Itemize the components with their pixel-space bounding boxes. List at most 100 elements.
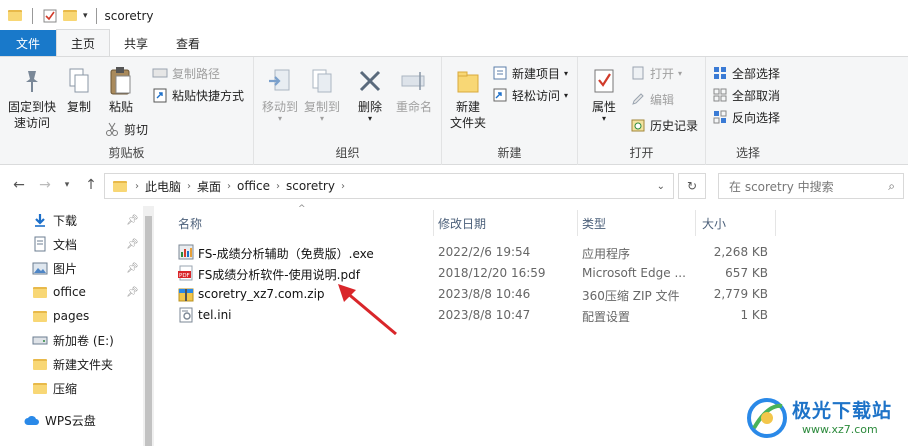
chevron-right-icon[interactable]: ›	[187, 181, 191, 192]
delete-dropdown-icon: ▾	[367, 114, 372, 123]
properties-button[interactable]: 属性 ▾	[584, 65, 624, 123]
new-folder-icon[interactable]	[63, 10, 77, 21]
history-label: 历史记录	[650, 118, 699, 133]
edit-label: 编辑	[650, 92, 675, 107]
up-arrow-icon[interactable]: ↑	[82, 176, 100, 194]
paste-button[interactable]: 粘贴	[102, 65, 140, 115]
properties-label: 属性	[591, 100, 616, 114]
properties-check-icon[interactable]	[43, 9, 57, 23]
history-icon	[630, 117, 646, 133]
new-item-button[interactable]: 新建项目 ▾	[492, 63, 568, 83]
breadcrumb-office[interactable]: office	[237, 179, 270, 193]
pin-label-line1: 固定到快	[7, 100, 56, 114]
pin-label-line2: 速访问	[13, 116, 50, 130]
organize-group-label: 组织	[335, 146, 360, 160]
invert-selection-button[interactable]: 反向选择	[712, 107, 780, 127]
chevron-right-icon[interactable]: ›	[276, 181, 280, 192]
customize-toolbar-chevron-icon[interactable]: ▾	[83, 11, 88, 21]
breadcrumb-this-pc[interactable]: 此电脑	[145, 178, 181, 195]
nav-item-office[interactable]: office 📌︎	[0, 280, 143, 304]
breadcrumb-scoretry[interactable]: scoretry	[286, 179, 335, 193]
new-folder-button[interactable]: 新建 文件夹	[446, 65, 490, 131]
rename-button[interactable]: 重命名	[392, 65, 436, 115]
column-header-date[interactable]: 修改日期	[434, 210, 578, 236]
tab-home[interactable]: 主页	[56, 29, 111, 56]
delete-button[interactable]: 删除 ▾	[352, 65, 388, 123]
column-header-size[interactable]: 大小	[696, 210, 776, 236]
pin-icon: 📌︎	[126, 262, 139, 274]
forward-arrow-icon[interactable]: →	[36, 176, 54, 194]
select-all-button[interactable]: 全部选择	[712, 63, 780, 83]
select-none-button[interactable]: 全部取消	[712, 85, 780, 105]
title-bar: ▾ scoretry	[0, 0, 908, 31]
back-arrow-icon[interactable]: ←	[10, 176, 28, 194]
file-row[interactable]: tel.ini 2023/8/8 10:47 配置设置 1 KB	[170, 305, 790, 326]
easy-access-dropdown-icon: ▾	[564, 90, 569, 100]
ribbon: 固定到快 速访问 复制 粘贴 复制路径 粘贴快捷方式 剪切 剪贴板 移动到 ▾ …	[0, 57, 908, 165]
column-header-type[interactable]: 类型	[578, 210, 696, 236]
file-type: Microsoft Edge ...	[582, 266, 686, 280]
nav-item-drive-e[interactable]: 新加卷 (E:)	[0, 328, 143, 352]
nav-item-new-folder[interactable]: 新建文件夹	[0, 352, 143, 376]
file-date: 2022/2/6 19:54	[438, 245, 531, 259]
recent-locations-chevron-icon[interactable]: ▾	[58, 176, 76, 194]
address-bar[interactable]: › 此电脑 › 桌面 › office › scoretry › ⌄	[104, 173, 674, 199]
file-type: 配置设置	[582, 310, 631, 324]
folder-icon	[32, 380, 48, 396]
clipboard-group-label: 剪贴板	[108, 146, 145, 160]
chevron-right-icon[interactable]: ›	[227, 181, 231, 192]
paste-shortcut-button[interactable]: 粘贴快捷方式	[152, 85, 244, 105]
file-date: 2018/12/20 16:59	[438, 266, 546, 280]
chevron-right-icon[interactable]: ›	[341, 181, 345, 192]
history-button[interactable]: 历史记录	[630, 115, 698, 135]
file-name: scoretry_xz7.com.zip	[198, 287, 325, 301]
properties-icon	[589, 65, 619, 97]
nav-scrollbar[interactable]	[143, 206, 154, 446]
refresh-icon[interactable]: ↻	[678, 173, 706, 199]
copy-button[interactable]: 复制	[60, 65, 98, 115]
chevron-right-icon[interactable]: ›	[135, 181, 139, 192]
search-input[interactable]: 在 scoretry 中搜索 ⌕	[718, 173, 904, 199]
file-size: 2,268 KB	[713, 245, 768, 259]
tab-view[interactable]: 查看	[162, 30, 214, 56]
nav-item-compress[interactable]: 压缩	[0, 376, 143, 400]
file-type: 360压缩 ZIP 文件	[582, 289, 680, 303]
nav-item-pictures[interactable]: 图片 📌︎	[0, 256, 143, 280]
nav-item-pages[interactable]: pages	[0, 304, 143, 328]
column-header-name[interactable]: 名称	[170, 210, 434, 236]
open-dropdown-icon: ▾	[678, 68, 683, 78]
nav-scrollbar-thumb[interactable]	[145, 216, 152, 446]
easy-access-icon	[492, 87, 508, 103]
watermark-logo: 极光下载站 www.xz7.com	[740, 392, 908, 446]
breadcrumb-desktop[interactable]: 桌面	[197, 178, 221, 195]
easy-access-button[interactable]: 轻松访问 ▾	[492, 85, 568, 105]
edit-button[interactable]: 编辑	[630, 89, 674, 109]
nav-item-downloads[interactable]: 下载 📌︎	[0, 208, 143, 232]
cut-label: 剪切	[124, 122, 149, 137]
tab-file[interactable]: 文件	[0, 30, 56, 56]
drive-icon	[32, 332, 48, 348]
file-row[interactable]: PDF FS成绩分析软件-使用说明.pdf 2018/12/20 16:59 M…	[170, 263, 790, 284]
annotation-arrow	[338, 284, 397, 336]
pin-to-quick-access-button[interactable]: 固定到快 速访问	[6, 65, 58, 131]
nav-item-label: pages	[53, 309, 90, 323]
copy-path-button[interactable]: 复制路径	[152, 63, 220, 83]
properties-dropdown-icon: ▾	[601, 114, 606, 123]
select-all-label: 全部选择	[732, 66, 781, 81]
zip-icon	[178, 288, 194, 302]
move-to-button[interactable]: 移动到 ▾	[260, 65, 300, 123]
copy-to-button[interactable]: 复制到 ▾	[302, 65, 342, 123]
tab-share[interactable]: 共享	[110, 30, 162, 56]
address-dropdown-icon[interactable]: ⌄	[657, 181, 665, 192]
nav-item-documents[interactable]: 文档 📌︎	[0, 232, 143, 256]
select-none-label: 全部取消	[732, 88, 781, 103]
file-row[interactable]: FS-成绩分析辅助（免费版）.exe 2022/2/6 19:54 应用程序 2…	[170, 242, 790, 263]
nav-item-wps-cloud[interactable]: WPS云盘	[0, 408, 143, 432]
delete-x-icon	[355, 65, 385, 97]
file-row[interactable]: scoretry_xz7.com.zip 2023/8/8 10:46 360压…	[170, 284, 790, 305]
download-icon	[32, 212, 48, 228]
column-header-date-label: 修改日期	[438, 216, 487, 231]
cut-button[interactable]: 剪切	[104, 119, 148, 139]
new-item-icon	[492, 65, 508, 81]
open-button[interactable]: 打开 ▾	[630, 63, 682, 83]
